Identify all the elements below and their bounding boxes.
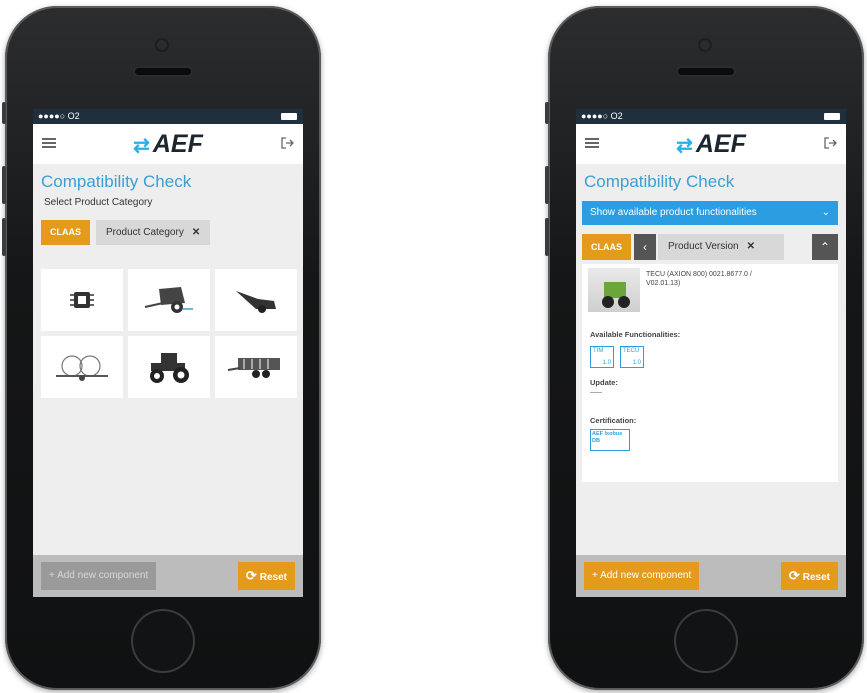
app-screen: ●●●●○ O2 ⇄ AEF Compatibility Check Show a… bbox=[576, 109, 846, 597]
add-component-button[interactable]: + Add new component bbox=[41, 562, 157, 590]
reset-label: Reset bbox=[259, 572, 287, 583]
aef-logo: ⇄ AEF bbox=[133, 130, 203, 158]
update-label: Update: bbox=[590, 378, 618, 387]
volume-down-button bbox=[545, 218, 549, 256]
remove-chip-icon[interactable]: ✕ bbox=[747, 241, 755, 252]
trailer-icon bbox=[227, 358, 280, 378]
aef-logo-mark-icon: ⇄ bbox=[676, 135, 693, 157]
battery-icon bbox=[824, 113, 840, 120]
app-bar: ⇄ AEF bbox=[576, 124, 846, 164]
functionalities-label: Available Functionalities: bbox=[590, 330, 681, 339]
status-bar: ●●●●○ O2 bbox=[33, 109, 303, 124]
battery-icon bbox=[281, 113, 297, 120]
front-camera bbox=[700, 40, 710, 50]
app-screen: ●●●●○ O2 ⇄ AEF Compatibility Check Select… bbox=[33, 109, 303, 597]
functionalities-dropdown[interactable]: Show available product functionalities ⌄ bbox=[582, 201, 838, 225]
reset-button[interactable]: ⟳ Reset bbox=[237, 562, 295, 590]
logout-icon[interactable] bbox=[280, 136, 294, 153]
chevron-down-icon: ⌄ bbox=[821, 207, 830, 218]
product-image bbox=[588, 268, 640, 312]
aef-logo: ⇄ AEF bbox=[676, 130, 746, 158]
sprayer-icon bbox=[236, 291, 276, 313]
category-tile-rake[interactable] bbox=[41, 336, 123, 398]
volume-up-button bbox=[545, 166, 549, 204]
filter-chips: CLAAS Product Category ✕ bbox=[33, 220, 303, 245]
status-bar: ●●●●○ O2 bbox=[576, 109, 846, 124]
mute-switch bbox=[2, 102, 6, 124]
reset-label: Reset bbox=[802, 572, 830, 583]
page-subtitle: Select Product Category bbox=[44, 197, 153, 208]
functionality-badge[interactable]: TECU 1.0 bbox=[620, 346, 644, 368]
app-bar: ⇄ AEF bbox=[33, 124, 303, 164]
carrier-label: ●●●●○ O2 bbox=[38, 111, 80, 121]
category-tile-trailer[interactable] bbox=[215, 336, 297, 398]
product-description: TECU (AXION 800) 0021.8677.0 / V02.01.13… bbox=[646, 271, 752, 287]
ecu-chip-icon bbox=[70, 292, 94, 308]
hay-rake-icon bbox=[56, 355, 108, 381]
hamburger-menu-icon[interactable] bbox=[42, 138, 56, 149]
functionality-badge[interactable]: TIM 1.0 bbox=[590, 346, 614, 368]
category-tile-ecu[interactable] bbox=[41, 269, 123, 331]
filter-chips: CLAAS ‹ Product Version ✕ ⌃ bbox=[576, 234, 846, 260]
category-tile-sprayer[interactable] bbox=[215, 269, 297, 331]
hamburger-menu-icon[interactable] bbox=[585, 138, 599, 149]
version-chip[interactable]: Product Version ✕ bbox=[658, 234, 784, 260]
mute-switch bbox=[545, 102, 549, 124]
reset-icon: ⟳ bbox=[788, 568, 800, 583]
reset-button[interactable]: ⟳ Reset bbox=[780, 562, 838, 590]
category-tile-tractor[interactable] bbox=[128, 336, 210, 398]
back-chevron-icon[interactable]: ‹ bbox=[634, 234, 656, 260]
collapse-chevron-icon[interactable]: ⌃ bbox=[812, 234, 838, 260]
add-component-button[interactable]: + Add new component bbox=[584, 562, 700, 590]
aef-logo-mark-icon: ⇄ bbox=[133, 135, 150, 157]
carrier-label: ●●●●○ O2 bbox=[581, 111, 623, 121]
bottom-action-bar: + Add new component ⟳ Reset bbox=[33, 555, 303, 597]
earpiece-speaker bbox=[135, 68, 191, 75]
earpiece-speaker bbox=[678, 68, 734, 75]
category-chip-label: Product Category bbox=[106, 227, 184, 238]
volume-up-button bbox=[2, 166, 6, 204]
reset-icon: ⟳ bbox=[245, 568, 257, 583]
tractor-icon bbox=[150, 353, 189, 383]
bottom-action-bar: + Add new component ⟳ Reset bbox=[576, 555, 846, 597]
update-empty-value bbox=[590, 392, 602, 393]
home-button[interactable] bbox=[676, 611, 736, 671]
phone-left: ●●●●○ O2 ⇄ AEF Compatibility Check Select… bbox=[2, 6, 321, 690]
isobus-certification-badge[interactable]: AEF Isobus DB bbox=[590, 429, 630, 451]
volume-down-button bbox=[2, 218, 6, 256]
page-title: Compatibility Check bbox=[584, 172, 735, 191]
certification-label: Certification: bbox=[590, 416, 637, 425]
product-detail-card: TECU (AXION 800) 0021.8677.0 / V02.01.13… bbox=[582, 264, 838, 482]
page-title: Compatibility Check bbox=[41, 172, 192, 191]
category-tile-baler[interactable] bbox=[128, 269, 210, 331]
category-grid bbox=[41, 269, 297, 398]
baler-icon bbox=[144, 287, 193, 313]
front-camera bbox=[157, 40, 167, 50]
version-chip-label: Product Version bbox=[668, 241, 739, 252]
brand-chip[interactable]: CLAAS bbox=[582, 234, 631, 260]
dropdown-label: Show available product functionalities bbox=[590, 207, 757, 218]
phone-right: ●●●●○ O2 ⇄ AEF Compatibility Check Show a… bbox=[545, 6, 864, 690]
remove-chip-icon[interactable]: ✕ bbox=[192, 227, 200, 238]
brand-chip[interactable]: CLAAS bbox=[41, 220, 90, 245]
home-button[interactable] bbox=[133, 611, 193, 671]
logout-icon[interactable] bbox=[823, 136, 837, 153]
category-chip[interactable]: Product Category ✕ bbox=[96, 220, 211, 245]
